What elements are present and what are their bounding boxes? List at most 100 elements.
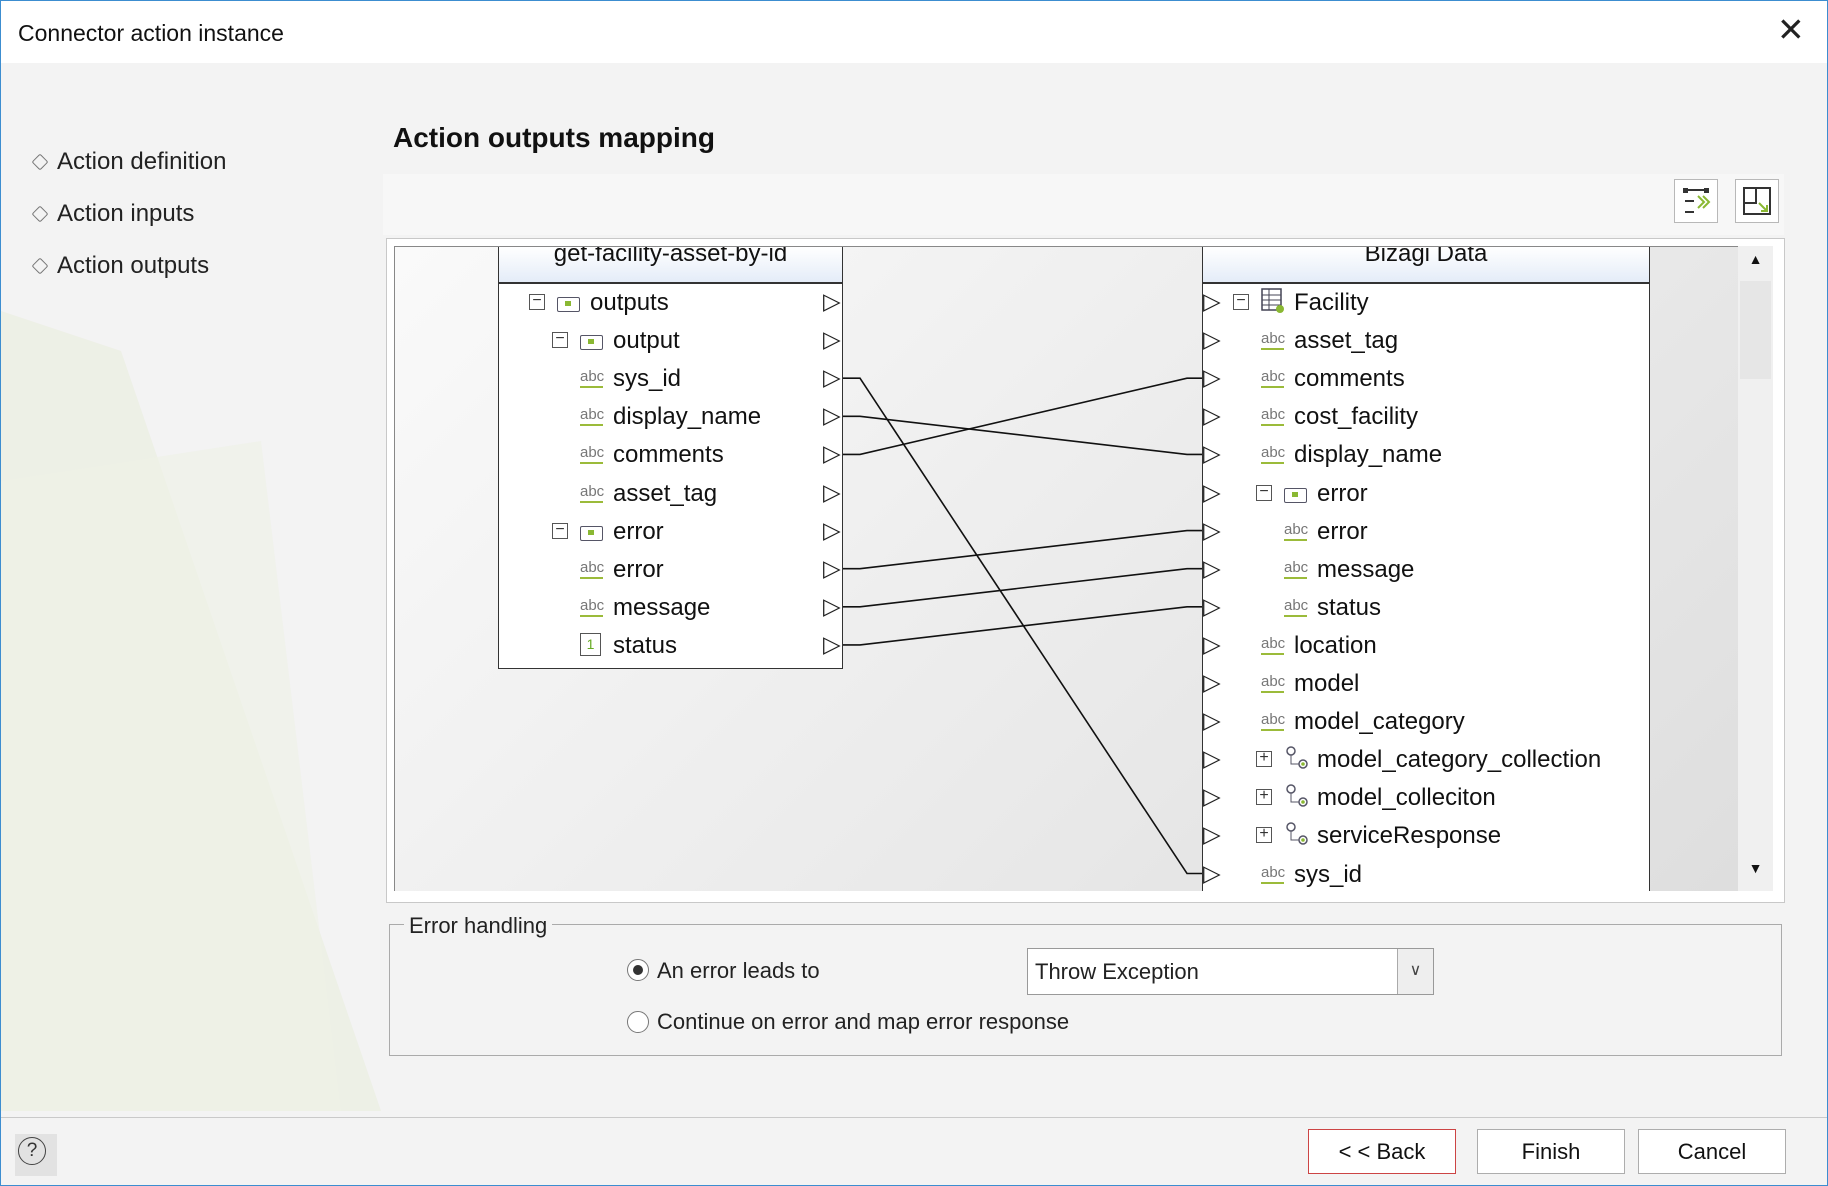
connection-line[interactable] [843, 567, 1204, 608]
connection-line[interactable] [843, 606, 1204, 646]
radio-error-leads-to[interactable] [627, 959, 649, 981]
tree-row[interactable]: − error ▷ [499, 513, 842, 550]
connector-port-icon[interactable]: ▷ [1203, 821, 1221, 848]
string-type-icon: abc [580, 598, 604, 617]
tree-row-label: output [613, 327, 680, 355]
tree-row-label: serviceResponse [1317, 822, 1502, 850]
collapse-icon[interactable]: − [1233, 293, 1249, 310]
expand-icon[interactable]: + [1256, 750, 1272, 768]
tree-row[interactable]: + model_colleciton ▷ [1203, 779, 1649, 816]
connector-port-icon[interactable]: ▷ [1203, 326, 1221, 353]
tree-row[interactable]: + model_category_collection ▷ [1203, 741, 1649, 778]
cancel-button[interactable]: Cancel [1638, 1129, 1786, 1174]
close-icon[interactable]: ✕ [1777, 10, 1805, 49]
tree-row[interactable]: abc sys_id ▷ [499, 360, 842, 397]
tree-row[interactable]: abc error ▷ [499, 551, 842, 588]
auto-map-icon [1683, 188, 1711, 213]
radio-error-leads-to-label[interactable]: An error leads to [657, 958, 820, 984]
tree-row[interactable]: abc display_name ▷ [499, 398, 842, 435]
connector-port-icon[interactable]: ▷ [1203, 555, 1221, 582]
radio-continue-on-error-label[interactable]: Continue on error and map error response [657, 1009, 1069, 1035]
connector-port-icon[interactable]: ▷ [1203, 402, 1221, 429]
connector-port-icon[interactable]: ▷ [1203, 783, 1221, 810]
connector-port-icon[interactable]: ▷ [1203, 631, 1221, 658]
tree-row[interactable]: − error ▷ [1203, 475, 1649, 512]
title-bar: Connector action instance ✕ [1, 1, 1827, 63]
tree-row[interactable]: abc message ▷ [1203, 551, 1649, 588]
connector-port-icon[interactable]: ▷ [823, 631, 841, 658]
fit-view-button[interactable] [1735, 179, 1779, 223]
connector-port-icon[interactable]: ▷ [823, 402, 841, 429]
connector-port-icon[interactable]: ▷ [823, 364, 841, 391]
connector-port-icon[interactable]: ▷ [1203, 669, 1221, 696]
string-type-icon: abc [1284, 560, 1308, 579]
connector-port-icon[interactable]: ▷ [1203, 860, 1221, 887]
scrollbar-thumb[interactable] [1740, 281, 1771, 379]
collapse-icon[interactable]: − [529, 293, 545, 310]
tree-row[interactable]: abc asset_tag ▷ [499, 475, 842, 512]
connection-line[interactable] [843, 529, 1204, 570]
connector-port-icon[interactable]: ▷ [1203, 517, 1221, 544]
expand-icon[interactable]: + [1256, 788, 1272, 806]
tree-row[interactable]: + serviceResponse ▷ [1203, 817, 1649, 854]
tree-row[interactable]: abc status ▷ [1203, 589, 1649, 626]
connector-port-icon[interactable]: ▷ [1203, 479, 1221, 506]
connector-port-icon[interactable]: ▷ [1203, 745, 1221, 772]
footer-divider [1, 1117, 1827, 1118]
collapse-icon[interactable]: − [552, 331, 568, 349]
collapse-icon[interactable]: − [1256, 483, 1272, 501]
connector-port-icon[interactable]: ▷ [1203, 440, 1221, 467]
tree-row-label: error [613, 517, 664, 545]
connector-port-icon[interactable]: ▷ [823, 326, 841, 353]
tree-row[interactable]: abc model ▷ [1203, 665, 1649, 702]
collapse-icon[interactable]: − [552, 521, 568, 539]
tree-row[interactable]: abc error ▷ [1203, 513, 1649, 550]
nav-action-inputs[interactable]: Action inputs [31, 200, 194, 228]
expand-icon[interactable]: + [1256, 826, 1272, 844]
connection-line[interactable] [843, 377, 1204, 456]
help-button[interactable]: ? [15, 1134, 57, 1176]
tree-row[interactable]: 1 status ▷ [499, 627, 842, 664]
tree-row-label: outputs [590, 289, 669, 316]
string-type-icon: abc [1261, 712, 1285, 732]
scroll-down-icon[interactable]: ▼ [1738, 860, 1773, 886]
tree-row[interactable]: abc sys_id ▷ [1203, 856, 1649, 892]
error-action-dropdown[interactable]: Throw Exception ∨ [1027, 948, 1434, 995]
diamond-bullet-icon [31, 153, 49, 171]
tree-row[interactable]: abc comments ▷ [499, 436, 842, 473]
chevron-down-icon[interactable]: ∨ [1397, 949, 1433, 994]
connector-port-icon[interactable]: ▷ [823, 440, 841, 467]
connector-port-icon[interactable]: ▷ [823, 479, 841, 506]
auto-map-button[interactable] [1674, 179, 1718, 223]
tree-row-label: error [1317, 517, 1368, 545]
tree-row[interactable]: abc comments ▷ [1203, 360, 1649, 397]
connector-port-icon[interactable]: ▷ [823, 555, 841, 582]
string-type-icon: abc [580, 445, 604, 465]
vertical-scrollbar[interactable]: ▲ ▼ [1738, 246, 1773, 891]
nav-action-definition[interactable]: Action definition [31, 148, 226, 176]
back-button[interactable]: < < Back [1308, 1129, 1456, 1174]
tree-row[interactable]: abc display_name ▷ [1203, 436, 1649, 473]
connector-port-icon[interactable]: ▷ [1203, 288, 1221, 315]
scroll-up-icon[interactable]: ▲ [1738, 251, 1773, 277]
tree-row[interactable]: − outputs ▷ [499, 284, 842, 321]
connector-port-icon[interactable]: ▷ [823, 288, 841, 315]
tree-row-label: asset_tag [613, 479, 718, 507]
tree-row[interactable]: abc cost_facility ▷ [1203, 398, 1649, 435]
connector-port-icon[interactable]: ▷ [1203, 364, 1221, 391]
connector-port-icon[interactable]: ▷ [1203, 707, 1221, 734]
string-type-icon: abc [1261, 674, 1285, 693]
connector-port-icon[interactable]: ▷ [823, 593, 841, 620]
tree-row[interactable]: abc model_category ▷ [1203, 703, 1649, 740]
tree-row[interactable]: abc location ▷ [1203, 627, 1649, 664]
collection-icon [1284, 745, 1308, 769]
tree-row[interactable]: − output ▷ [499, 322, 842, 359]
tree-row[interactable]: − Facility ▷ [1203, 284, 1649, 321]
connector-port-icon[interactable]: ▷ [1203, 593, 1221, 620]
connector-port-icon[interactable]: ▷ [823, 517, 841, 544]
finish-button[interactable]: Finish [1477, 1129, 1625, 1174]
tree-row[interactable]: abc asset_tag ▷ [1203, 322, 1649, 359]
tree-row[interactable]: abc message ▷ [499, 589, 842, 626]
nav-action-outputs[interactable]: Action outputs [31, 252, 209, 280]
radio-continue-on-error[interactable] [627, 1011, 649, 1033]
